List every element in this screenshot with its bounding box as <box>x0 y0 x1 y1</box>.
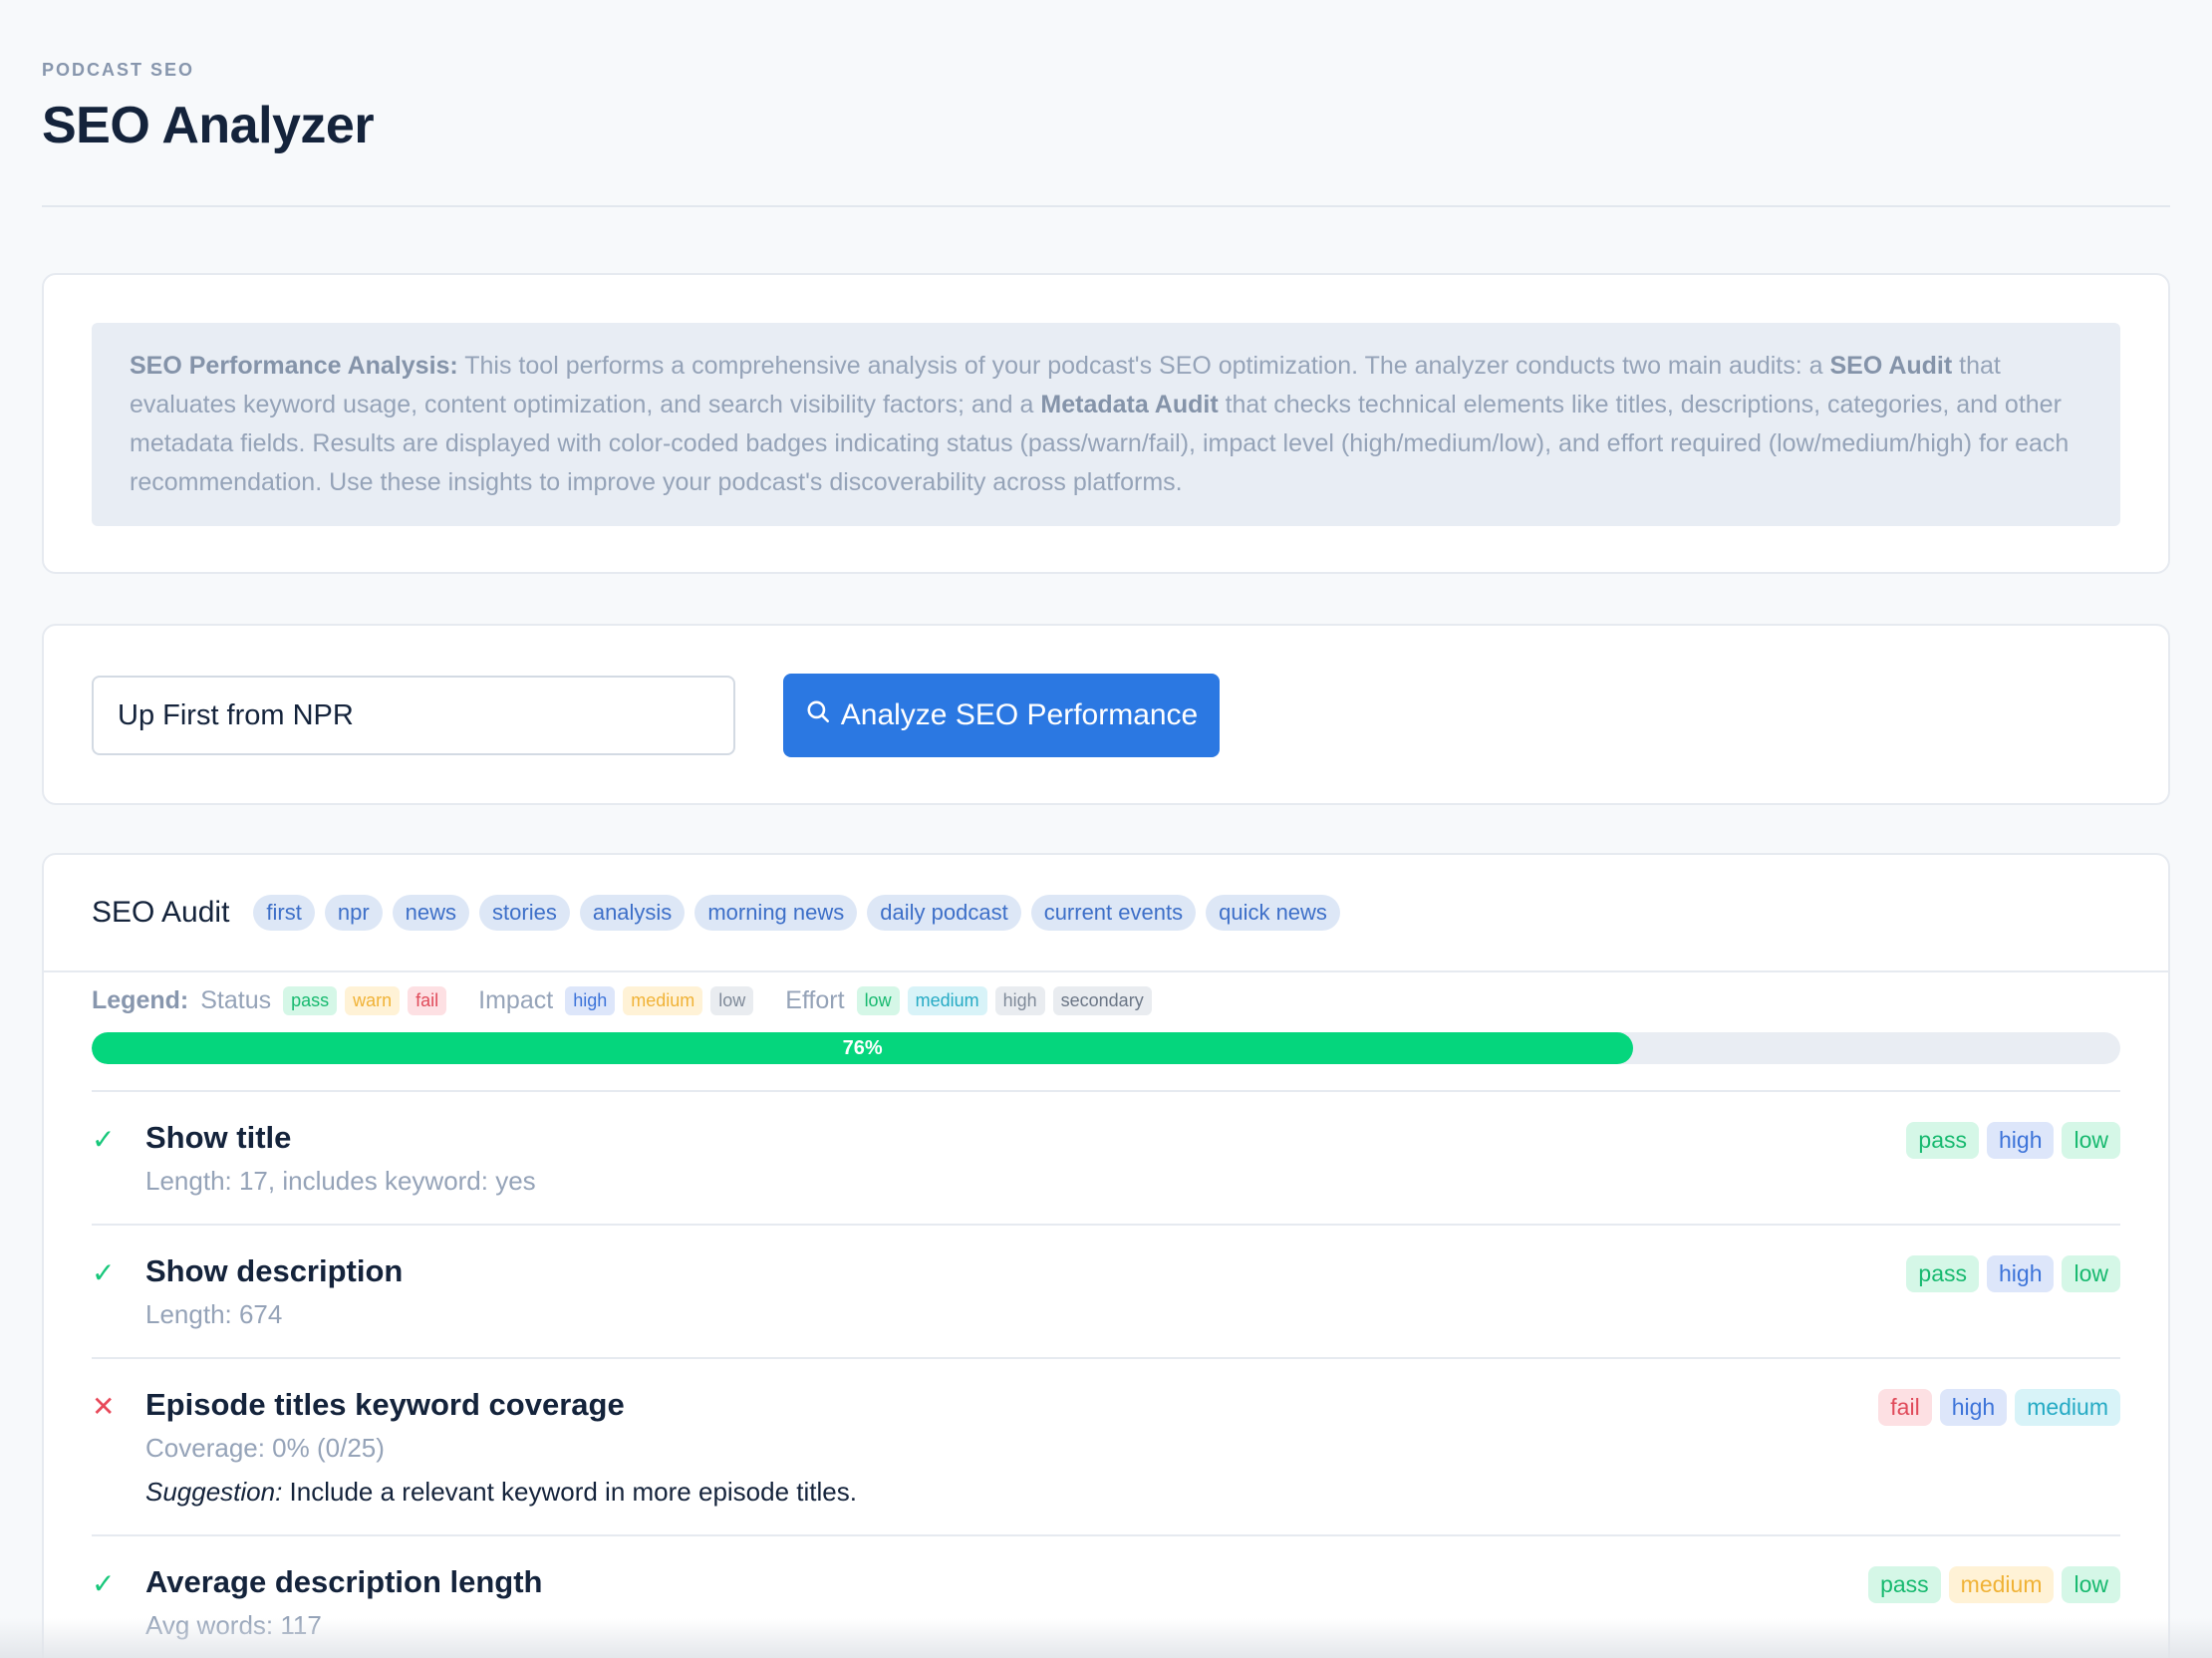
row-suggestion: Suggestion: Include a relevant keyword i… <box>145 1477 857 1508</box>
info-card: SEO Performance Analysis: This tool perf… <box>42 273 2170 574</box>
audit-rows: ✓ Show title Length: 17, includes keywor… <box>92 1090 2120 1658</box>
audit-row-episode-titles-keyword-coverage: ✕ Episode titles keyword coverage Covera… <box>92 1357 2120 1534</box>
legend-impact-label: Impact <box>478 986 554 1014</box>
row-name: Show description <box>145 1253 404 1288</box>
keyword-tag: analysis <box>579 895 686 931</box>
effort-badge: low <box>2062 1122 2120 1159</box>
keyword-tag: first <box>253 895 315 931</box>
keyword-tag: morning news <box>694 895 858 931</box>
effort-badge: medium <box>2015 1389 2120 1426</box>
legend: Legend: Status pass warn fail Impact hig… <box>92 986 1152 1015</box>
seo-score-progress: 76% <box>92 1032 2120 1064</box>
suggestion-text: Include a relevant keyword in more episo… <box>282 1477 857 1507</box>
legend-pass-badge: pass <box>283 986 338 1015</box>
row-detail: Coverage: 0% (0/25) <box>145 1433 385 1463</box>
row-badges: pass high low <box>1906 1122 2120 1159</box>
page-title: SEO Analyzer <box>42 97 375 154</box>
info-metadata-audit: Metadata Audit <box>1040 391 1219 418</box>
suggestion-label: Suggestion: <box>145 1477 283 1507</box>
audit-row-show-title: ✓ Show title Length: 17, includes keywor… <box>92 1090 2120 1224</box>
effort-badge: low <box>2062 1255 2120 1292</box>
keyword-tag: quick news <box>1206 895 1340 931</box>
keyword-tag: current events <box>1030 895 1197 931</box>
legend-effort-high-badge: high <box>994 986 1045 1015</box>
legend-impact-high-badge: high <box>565 986 616 1015</box>
info-text-1: This tool performs a comprehensive analy… <box>457 352 1830 380</box>
seo-audit-header: SEO Audit first npr news stories analysi… <box>44 855 2168 972</box>
podcast-search-input[interactable] <box>92 676 735 755</box>
legend-impact-low-badge: low <box>710 986 754 1015</box>
row-name: Average description length <box>145 1564 543 1599</box>
analyze-button-label: Analyze SEO Performance <box>840 698 1199 731</box>
row-badges: pass medium low <box>1868 1566 2120 1603</box>
check-icon: ✓ <box>92 1124 116 1155</box>
info-lead: SEO Performance Analysis: <box>130 352 458 380</box>
page: PODCAST SEO SEO Analyzer SEO Performance… <box>0 0 2212 1658</box>
impact-badge: high <box>1939 1389 2008 1426</box>
bottom-scroll-fade <box>0 1618 2212 1658</box>
row-detail: Length: 17, includes keyword: yes <box>145 1166 536 1196</box>
check-icon: ✓ <box>92 1568 116 1599</box>
legend-impact-medium-badge: medium <box>623 986 703 1015</box>
keyword-tag: npr <box>324 895 383 931</box>
status-badge: pass <box>1906 1255 1979 1292</box>
impact-badge: high <box>1987 1122 2055 1159</box>
row-detail: Length: 674 <box>145 1299 283 1329</box>
legend-effort-medium-badge: medium <box>907 986 987 1015</box>
search-icon <box>805 698 831 732</box>
info-seo-audit: SEO Audit <box>1829 352 1953 380</box>
effort-badge: low <box>2062 1566 2120 1603</box>
keyword-tag: daily podcast <box>867 895 1021 931</box>
analyze-seo-button[interactable]: Analyze SEO Performance <box>783 674 1220 757</box>
status-badge: pass <box>1906 1122 1979 1159</box>
status-badge: pass <box>1868 1566 1941 1603</box>
info-box: SEO Performance Analysis: This tool perf… <box>92 323 2120 526</box>
progress-fill: 76% <box>92 1032 1634 1064</box>
header-divider <box>42 205 2170 207</box>
page-eyebrow: PODCAST SEO <box>42 60 195 80</box>
seo-audit-title: SEO Audit <box>92 896 230 929</box>
legend-effort-low-badge: low <box>856 986 900 1015</box>
legend-label: Legend: <box>92 986 189 1014</box>
legend-status-label: Status <box>200 986 272 1014</box>
cross-icon: ✕ <box>92 1391 116 1422</box>
impact-badge: medium <box>1948 1566 2055 1603</box>
row-name: Show title <box>145 1120 292 1155</box>
legend-fail-badge: fail <box>408 986 447 1015</box>
legend-secondary-badge: secondary <box>1052 986 1152 1015</box>
audit-row-show-description: ✓ Show description Length: 674 pass high… <box>92 1224 2120 1357</box>
row-name: Episode titles keyword coverage <box>145 1387 625 1422</box>
row-badges: pass high low <box>1906 1255 2120 1292</box>
seo-audit-card: SEO Audit first npr news stories analysi… <box>42 853 2170 1658</box>
keyword-tag: stories <box>479 895 570 931</box>
status-badge: fail <box>1878 1389 1932 1426</box>
keyword-tag: news <box>392 895 470 931</box>
impact-badge: high <box>1987 1255 2055 1292</box>
check-icon: ✓ <box>92 1257 116 1288</box>
row-badges: fail high medium <box>1878 1389 2120 1426</box>
legend-warn-badge: warn <box>345 986 401 1015</box>
legend-effort-label: Effort <box>785 986 845 1014</box>
search-card: Analyze SEO Performance <box>42 624 2170 805</box>
